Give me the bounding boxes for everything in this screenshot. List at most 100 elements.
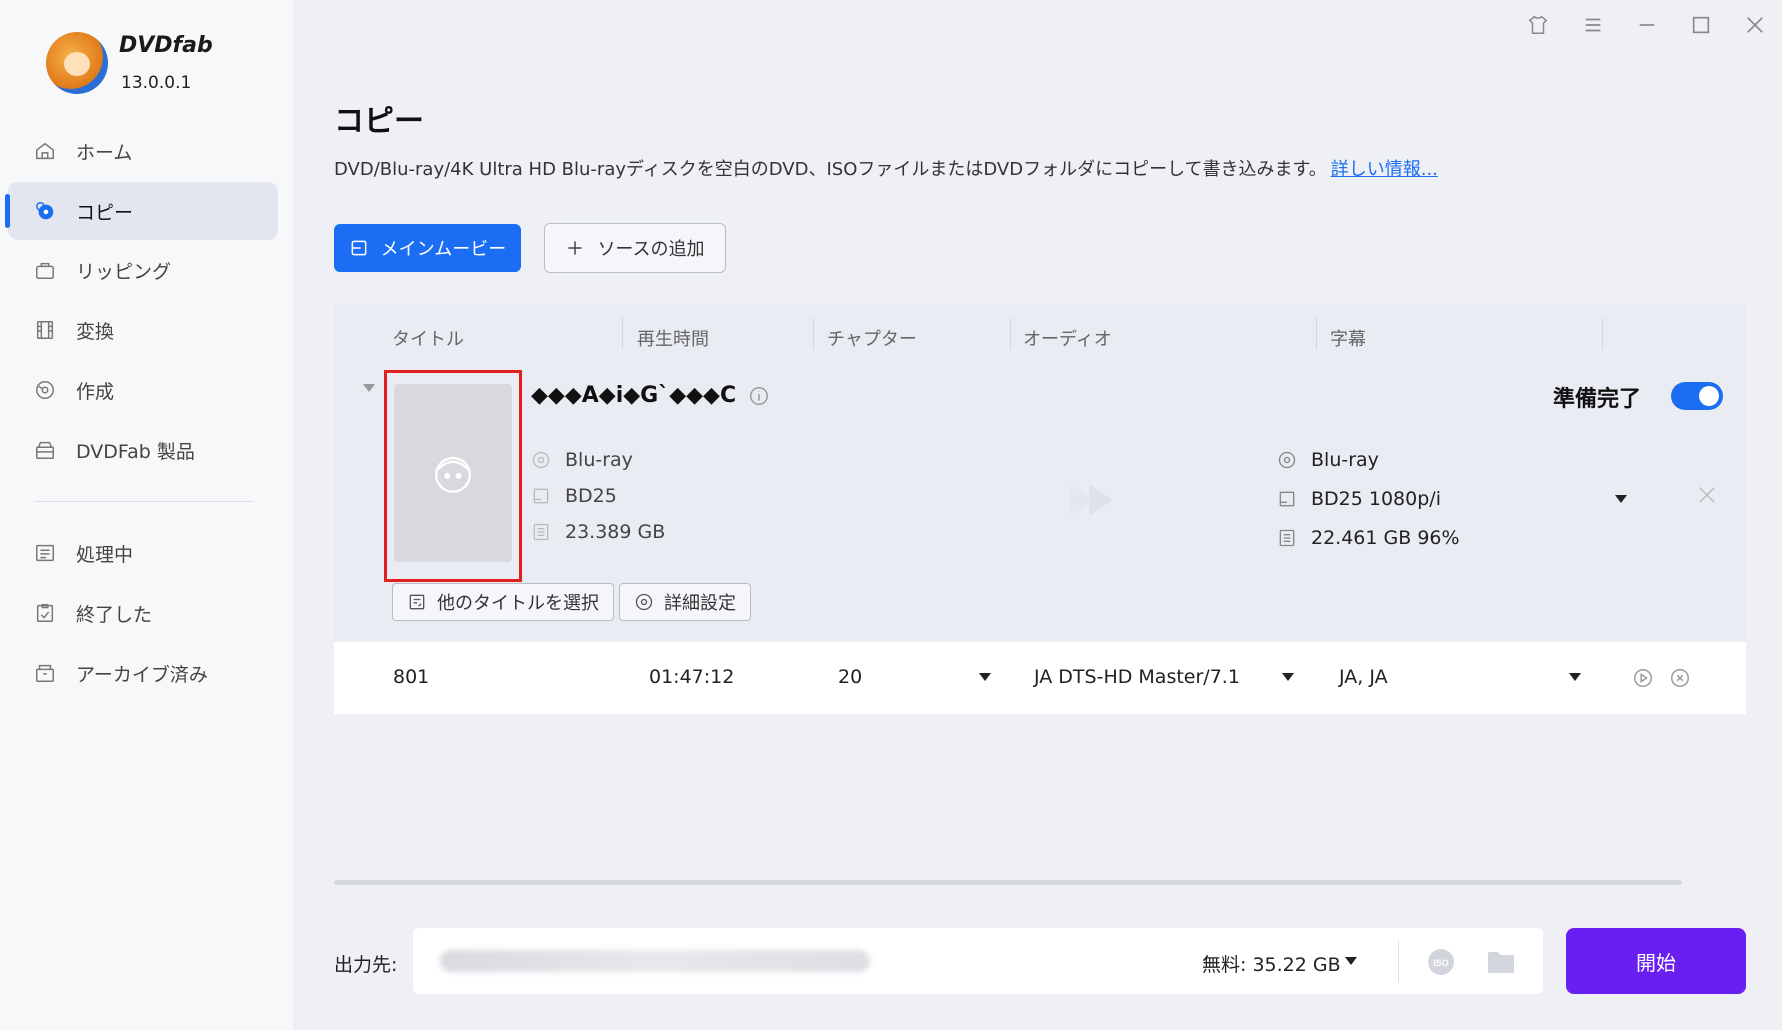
copy-disc-icon bbox=[34, 200, 56, 222]
column-header-audio: オーディオ bbox=[1023, 329, 1112, 350]
sidebar-item-label: コピー bbox=[76, 201, 134, 224]
iso-icon[interactable]: ISO bbox=[1427, 948, 1455, 976]
output-format-select[interactable]: BD25 1080p/i bbox=[1277, 488, 1441, 510]
plus-icon bbox=[568, 241, 583, 255]
creator-icon bbox=[34, 379, 56, 401]
source-disc-type-text: Blu-ray bbox=[565, 449, 633, 471]
collapse-arrow-icon[interactable] bbox=[363, 384, 375, 394]
row-audio: JA DTS-HD Master/7.1 bbox=[1034, 666, 1240, 688]
sidebar-item-label: 処理中 bbox=[76, 543, 134, 566]
output-label: 出力先: bbox=[334, 954, 398, 976]
size-icon bbox=[533, 523, 549, 541]
finished-icon bbox=[34, 602, 56, 624]
sidebar-item-copy[interactable]: コピー bbox=[5, 182, 278, 240]
sidebar-item-label: 終了した bbox=[76, 603, 153, 626]
column-header-duration: 再生時間 bbox=[637, 329, 709, 350]
box-icon bbox=[34, 439, 56, 461]
main-movie-mode-button[interactable]: メインムービー bbox=[334, 224, 521, 272]
output-path-blurred bbox=[440, 950, 870, 972]
column-separator bbox=[1316, 318, 1317, 350]
close-icon[interactable] bbox=[1740, 10, 1770, 40]
source-disc-type: Blu-ray bbox=[531, 449, 633, 471]
format-icon bbox=[1279, 491, 1295, 507]
advanced-settings-button[interactable]: 詳細設定 bbox=[619, 583, 751, 621]
row-title: 801 bbox=[393, 666, 430, 688]
thumbnail-highlight-box bbox=[384, 370, 522, 582]
title-list-icon bbox=[409, 594, 425, 610]
size-icon bbox=[1279, 529, 1295, 547]
sidebar-item-archived[interactable]: アーカイブ済み bbox=[8, 644, 278, 702]
page-description: DVD/Blu-ray/4K Ultra HD Blu-rayディスクを空白のD… bbox=[334, 155, 1438, 181]
horizontal-scrollbar[interactable] bbox=[334, 880, 1682, 885]
select-other-titles-button[interactable]: 他のタイトルを選択 bbox=[392, 583, 614, 621]
sidebar: DVDfab 13.0.0.1 ホーム コピー リッピング 変換 作成 DVDF… bbox=[0, 0, 293, 1030]
sidebar-item-home[interactable]: ホーム bbox=[8, 122, 278, 180]
remove-title-icon[interactable] bbox=[1669, 667, 1691, 689]
output-size-text: 22.461 GB 96% bbox=[1311, 527, 1460, 549]
ripper-icon bbox=[34, 259, 56, 281]
sidebar-item-convert[interactable]: 変換 bbox=[8, 301, 278, 359]
disc-icon bbox=[1278, 451, 1296, 469]
sidebar-item-ripper[interactable]: リッピング bbox=[8, 241, 278, 299]
description-text: DVD/Blu-ray/4K Ultra HD Blu-rayディスクを空白のD… bbox=[334, 159, 1327, 180]
chapters-dropdown-icon[interactable] bbox=[979, 673, 991, 681]
menu-icon[interactable] bbox=[1578, 10, 1608, 40]
more-info-link[interactable]: 詳しい情報... bbox=[1331, 159, 1438, 180]
sidebar-item-finished[interactable]: 終了した bbox=[8, 584, 278, 642]
add-source-label: ソースの追加 bbox=[597, 239, 705, 260]
column-separator bbox=[1602, 318, 1603, 350]
folder-icon[interactable] bbox=[1487, 950, 1515, 974]
format-icon bbox=[533, 488, 549, 504]
advanced-settings-label: 詳細設定 bbox=[664, 593, 736, 614]
free-space-select[interactable]: 無料: 35.22 GB bbox=[1202, 950, 1341, 977]
add-source-button[interactable]: ソースの追加 bbox=[544, 223, 726, 273]
source-size-text: 23.389 GB bbox=[565, 521, 666, 543]
film-icon bbox=[34, 319, 56, 341]
sidebar-divider bbox=[34, 501, 254, 502]
ready-toggle[interactable] bbox=[1671, 382, 1723, 410]
audio-dropdown-icon[interactable] bbox=[1282, 673, 1294, 681]
dvdfab-logo bbox=[46, 32, 108, 94]
play-preview-icon[interactable] bbox=[1632, 667, 1654, 689]
minimize-icon[interactable] bbox=[1632, 10, 1662, 40]
start-button[interactable]: 開始 bbox=[1566, 928, 1746, 994]
info-icon[interactable] bbox=[748, 385, 770, 407]
output-separator bbox=[1398, 940, 1399, 982]
column-separator bbox=[1010, 318, 1011, 350]
remove-task-icon[interactable] bbox=[1696, 484, 1718, 506]
sidebar-item-label: DVDFab 製品 bbox=[76, 440, 195, 463]
home-icon bbox=[34, 140, 56, 162]
row-subtitles: JA, JA bbox=[1339, 666, 1388, 688]
output-disc-type-text: Blu-ray bbox=[1311, 449, 1379, 471]
brand-name: DVDfab bbox=[119, 33, 213, 58]
app-version: 13.0.0.1 bbox=[121, 73, 192, 93]
shirt-icon[interactable] bbox=[1523, 10, 1553, 40]
column-separator bbox=[622, 318, 623, 350]
disc-icon bbox=[532, 451, 550, 469]
sidebar-item-creator[interactable]: 作成 bbox=[8, 361, 278, 419]
sidebar-item-label: アーカイブ済み bbox=[76, 663, 208, 686]
row-chapters: 20 bbox=[838, 666, 863, 688]
column-header-title: タイトル bbox=[392, 329, 464, 350]
ready-label: 準備完了 bbox=[1553, 387, 1642, 412]
archive-icon bbox=[34, 662, 56, 684]
sidebar-item-label: 変換 bbox=[76, 320, 115, 343]
sidebar-item-label: リッピング bbox=[76, 260, 172, 283]
select-other-titles-label: 他のタイトルを選択 bbox=[437, 593, 599, 614]
movie-title: ◆◆◆A◆i◆G`◆◆◆C bbox=[531, 383, 737, 408]
source-format: BD25 bbox=[531, 485, 617, 507]
column-header-subtitles: 字幕 bbox=[1330, 329, 1366, 350]
source-format-text: BD25 bbox=[565, 485, 617, 507]
output-format-dropdown-icon[interactable] bbox=[1615, 495, 1627, 503]
maximize-icon[interactable] bbox=[1686, 10, 1716, 40]
sidebar-item-processing[interactable]: 処理中 bbox=[8, 524, 278, 582]
free-space-text: 無料: 35.22 GB bbox=[1202, 954, 1341, 976]
convert-arrow-icon bbox=[1069, 484, 1113, 516]
sidebar-item-label: ホーム bbox=[76, 141, 133, 164]
output-format-text: BD25 1080p/i bbox=[1311, 488, 1441, 510]
column-separator bbox=[813, 318, 814, 350]
output-disc-type: Blu-ray bbox=[1277, 449, 1379, 471]
free-space-dropdown-icon[interactable] bbox=[1345, 957, 1357, 965]
subtitles-dropdown-icon[interactable] bbox=[1569, 673, 1581, 681]
sidebar-item-products[interactable]: DVDFab 製品 bbox=[8, 421, 278, 479]
